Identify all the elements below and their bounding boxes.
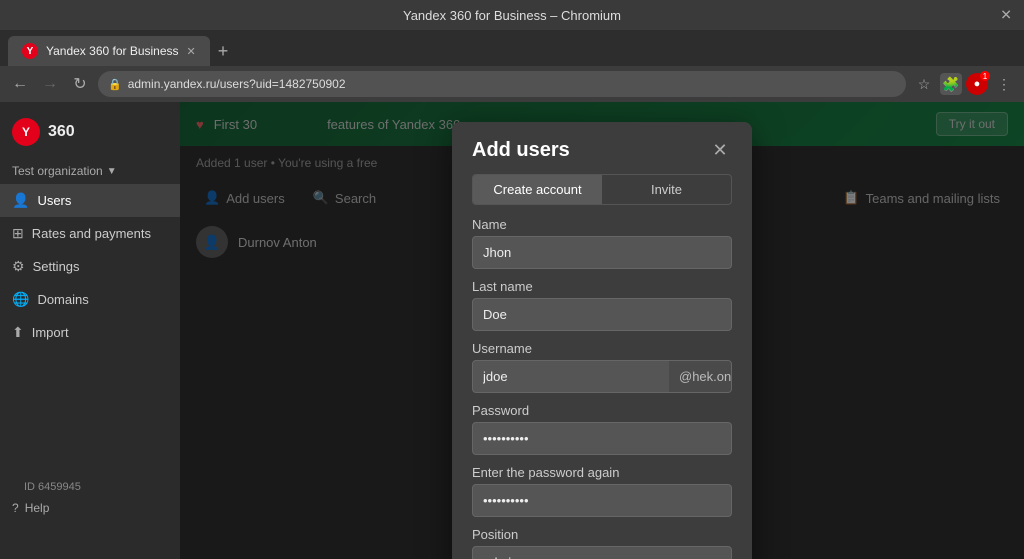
tab-close-button[interactable]: ✕ (187, 45, 196, 58)
sidebar-label-import: Import (32, 325, 69, 340)
profile-badge: 1 (980, 71, 990, 81)
password-input[interactable] (472, 422, 732, 455)
import-icon: ⬆ (12, 324, 24, 341)
app-area: Y 360 Test organization ▼ 👤 Users ⊞ Rate… (0, 102, 1024, 559)
tab-favicon: Y (22, 43, 38, 59)
position-input[interactable] (472, 546, 732, 559)
confirm-input[interactable] (472, 484, 732, 517)
modal-header: Add users ✕ (452, 122, 752, 174)
modal-body: Name Last name Username @hek.one Passwor… (452, 217, 752, 559)
modal-close-button[interactable]: ✕ (708, 138, 732, 162)
sidebar-label-users: Users (37, 193, 71, 208)
tab-invite[interactable]: Invite (602, 175, 731, 204)
modal-title: Add users (472, 139, 570, 162)
reload-button[interactable]: ↻ (68, 72, 92, 96)
username-domain: @hek.one (669, 361, 732, 392)
menu-button[interactable]: ⋮ (992, 72, 1016, 96)
bookmark-button[interactable]: ☆ (912, 72, 936, 96)
browser-tab-active[interactable]: Y Yandex 360 for Business ✕ (8, 36, 210, 66)
name-label: Name (472, 217, 732, 232)
back-button[interactable]: ← (8, 72, 32, 96)
lock-icon: 🔒 (108, 78, 122, 91)
name-input[interactable] (472, 236, 732, 269)
lastname-input[interactable] (472, 298, 732, 331)
settings-icon: ⚙ (12, 258, 25, 275)
sidebar-item-domains[interactable]: 🌐 Domains (0, 283, 180, 316)
org-name[interactable]: Test organization ▼ (0, 158, 180, 184)
logo-text: 360 (48, 123, 75, 141)
toolbar-actions: ☆ 🧩 ● 1 ⋮ (912, 72, 1016, 96)
address-text: admin.yandex.ru/users?uid=1482750902 (128, 77, 346, 91)
sidebar-item-settings[interactable]: ⚙ Settings (0, 250, 180, 283)
username-input[interactable] (473, 361, 669, 392)
new-tab-button[interactable]: + (210, 36, 237, 66)
lastname-label: Last name (472, 279, 732, 294)
confirm-label: Enter the password again (472, 465, 732, 480)
rates-icon: ⊞ (12, 225, 24, 242)
sidebar-label-domains: Domains (37, 292, 88, 307)
sidebar-item-users[interactable]: 👤 Users (0, 184, 180, 217)
tab-label: Yandex 360 for Business (46, 44, 179, 58)
browser-toolbar: ← → ↻ 🔒 admin.yandex.ru/users?uid=148275… (0, 66, 1024, 102)
browser-tabbar: Y Yandex 360 for Business ✕ + (0, 30, 1024, 66)
sidebar-item-import[interactable]: ⬆ Import (0, 316, 180, 349)
profile-button[interactable]: ● 1 (966, 73, 988, 95)
sidebar: Y 360 Test organization ▼ 👤 Users ⊞ Rate… (0, 102, 180, 559)
domains-icon: 🌐 (12, 291, 29, 308)
help-link[interactable]: ? Help (12, 497, 168, 519)
address-bar[interactable]: 🔒 admin.yandex.ru/users?uid=1482750902 (98, 71, 906, 97)
window-close-button[interactable]: ✕ (1000, 7, 1012, 24)
browser-titlebar: Yandex 360 for Business – Chromium ✕ (0, 0, 1024, 30)
position-label: Position (472, 527, 732, 542)
modal-overlay: Add users ✕ Create account Invite Name L… (180, 102, 1024, 559)
sidebar-label-settings: Settings (33, 259, 80, 274)
window-title: Yandex 360 for Business – Chromium (403, 8, 621, 23)
logo-icon: Y (12, 118, 40, 146)
forward-button[interactable]: → (38, 72, 62, 96)
org-chevron-icon: ▼ (107, 166, 117, 177)
username-row: @hek.one (472, 360, 732, 393)
sidebar-label-rates: Rates and payments (32, 226, 151, 241)
main-content: ♥ First 30 features of Yandex 360. Try i… (180, 102, 1024, 559)
modal-tabs: Create account Invite (472, 174, 732, 205)
help-icon: ? (12, 501, 19, 515)
sidebar-item-rates[interactable]: ⊞ Rates and payments (0, 217, 180, 250)
username-label: Username (472, 341, 732, 356)
users-icon: 👤 (12, 192, 29, 209)
user-id: ID 6459945 (12, 477, 168, 497)
add-users-modal: Add users ✕ Create account Invite Name L… (452, 122, 752, 559)
sidebar-logo: Y 360 (0, 110, 180, 158)
tab-create-account[interactable]: Create account (473, 175, 602, 204)
password-label: Password (472, 403, 732, 418)
extensions-button[interactable]: 🧩 (940, 73, 962, 95)
